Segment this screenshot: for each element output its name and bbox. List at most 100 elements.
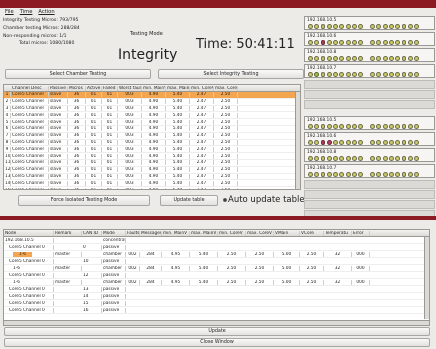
micro-status-icon[interactable] [345,40,351,45]
micro-status-icon[interactable] [370,124,375,129]
micro-status-icon[interactable] [376,156,382,161]
micro-status-icon[interactable] [339,124,345,129]
column-header[interactable]: Remark [54,230,82,236]
menu-action[interactable]: Action [38,9,54,15]
column-header[interactable]: Error [352,230,370,236]
micro-status-icon[interactable] [308,40,313,45]
column-header[interactable]: Messages [140,230,162,236]
tree-row[interactable]: Core5 Channel 0 14 passive [4,293,429,300]
table-row[interactable]: 4 Core5 Channel slave 36 01 01 003 4.90 5.40 2.47… [4,112,300,120]
micro-status-icon[interactable] [376,56,382,61]
table-row[interactable]: 9 Core5 Channel slave 36 01 01 003 4.90 5.40 2.47… [4,146,300,154]
micro-status-icon[interactable] [401,56,407,61]
micro-status-icon[interactable] [376,124,382,129]
micro-status-icon[interactable] [314,124,320,129]
auto-update-radio[interactable] [223,198,227,202]
micro-status-icon[interactable] [345,156,351,161]
column-header[interactable]: Temperatu [324,230,352,236]
micro-status-icon[interactable] [326,156,332,161]
table-row[interactable]: 7 Core5 Channel slave 36 01 01 003 4.90 5.40 2.47… [4,133,300,140]
tree-row[interactable]: Core5 Channel 0 15 passive [4,300,429,307]
micro-status-icon[interactable] [389,24,394,29]
micro-status-icon[interactable] [395,156,401,161]
micro-status-icon[interactable] [358,40,364,45]
micro-status-icon[interactable] [414,72,420,77]
micro-status-icon[interactable] [376,72,382,77]
micro-status-icon[interactable] [389,40,394,45]
micro-status-icon[interactable] [389,56,394,61]
auto-update-option[interactable]: Auto update table [223,195,305,205]
micro-status-icon[interactable] [345,72,351,77]
micro-status-icon[interactable] [376,40,382,45]
table-row[interactable]: 10 Core5 Channel slave 36 01 01 003 4.90 5.40 2.4… [4,153,300,160]
micro-status-icon[interactable] [395,140,401,145]
micro-status-icon[interactable] [333,124,338,129]
column-header[interactable]: Failed [102,85,118,91]
micro-status-icon[interactable] [401,40,407,45]
micro-status-icon[interactable] [308,72,313,77]
micro-status-icon[interactable] [352,140,357,145]
force-isolated-button[interactable]: Force Isolated Testing Mode [18,195,150,206]
micro-status-icon[interactable] [389,140,394,145]
micro-status-icon[interactable] [358,24,364,29]
micro-status-icon[interactable] [407,140,413,145]
micro-status-icon[interactable] [395,56,401,61]
table-row[interactable]: 12 Core5 Channel slave 36 01 01 003 4.90 5.40 2.4… [4,167,300,174]
micro-status-icon[interactable] [326,40,332,45]
micro-status-icon[interactable] [339,72,345,77]
micro-status-icon[interactable] [370,140,375,145]
micro-status-icon[interactable] [358,124,364,129]
micro-status-icon[interactable] [414,56,420,61]
micro-status-icon[interactable] [358,140,364,145]
table-row[interactable]: 11 Core5 Channel slave 36 01 01 003 4.90 5.40 2.4… [4,160,300,167]
micro-status-icon[interactable] [308,24,313,29]
micro-status-icon[interactable] [326,24,332,29]
micro-status-icon[interactable] [333,172,338,177]
micro-status-icon[interactable] [407,56,413,61]
micro-status-icon[interactable] [358,156,364,161]
micro-status-icon[interactable] [376,140,382,145]
micro-status-icon[interactable] [382,56,388,61]
micro-status-icon[interactable] [401,172,407,177]
table-row[interactable]: 15Core5 Channelslave3601010034.905.402.4… [4,187,300,189]
micro-status-icon[interactable] [401,124,407,129]
micro-status-icon[interactable] [395,24,401,29]
column-header[interactable]: Faults [126,230,140,236]
micro-status-icon[interactable] [401,72,407,77]
micro-status-icon[interactable] [314,40,320,45]
micro-status-icon[interactable] [407,24,413,29]
column-header[interactable]: max. CoreV [246,230,274,236]
micro-status-icon[interactable] [382,40,388,45]
micro-status-icon[interactable] [339,172,345,177]
column-header[interactable]: Node [4,230,54,236]
micro-status-icon[interactable] [308,124,313,129]
select-integrity-button[interactable]: Select Integrity Testing [158,69,304,79]
micro-status-icon[interactable] [414,172,420,177]
micro-status-icon[interactable] [314,72,320,77]
micro-status-icon[interactable] [382,72,388,77]
micro-status-icon[interactable] [376,24,382,29]
table-row[interactable]: 5 Core5 Channel slave 36 01 01 003 4.90 5.40 2.47… [4,119,300,126]
tree-row[interactable]: Core5 Channel 0 10 passive [4,258,429,265]
micro-status-icon[interactable] [395,172,401,177]
micro-status-icon[interactable] [414,40,420,45]
tree-row[interactable]: Core5 Channel 0 0 passive [4,244,429,251]
micro-status-icon[interactable] [345,172,351,177]
update-button[interactable]: Update [4,327,430,336]
micro-status-icon[interactable] [314,172,320,177]
micro-status-icon[interactable] [333,156,338,161]
micro-status-icon[interactable] [382,140,388,145]
column-header[interactable]: min. MainV [162,230,190,236]
menu-file[interactable]: File [5,9,14,15]
micro-status-icon[interactable] [352,124,357,129]
micro-status-icon[interactable] [352,40,357,45]
micro-status-icon[interactable] [352,56,357,61]
table-row[interactable]: 3 Core5 Channel slave 36 01 01 003 4.90 5.40 2.47… [4,105,300,113]
micro-status-icon[interactable] [382,24,388,29]
micro-status-icon[interactable] [395,72,401,77]
tree-row[interactable]: Core5 Channel 0 12 passive [4,272,429,279]
micro-status-icon[interactable] [389,156,394,161]
micro-status-icon[interactable] [414,140,420,145]
tree-row[interactable]: 192.168.10.5 concentrator [4,237,429,244]
micro-status-icon[interactable] [333,56,338,61]
